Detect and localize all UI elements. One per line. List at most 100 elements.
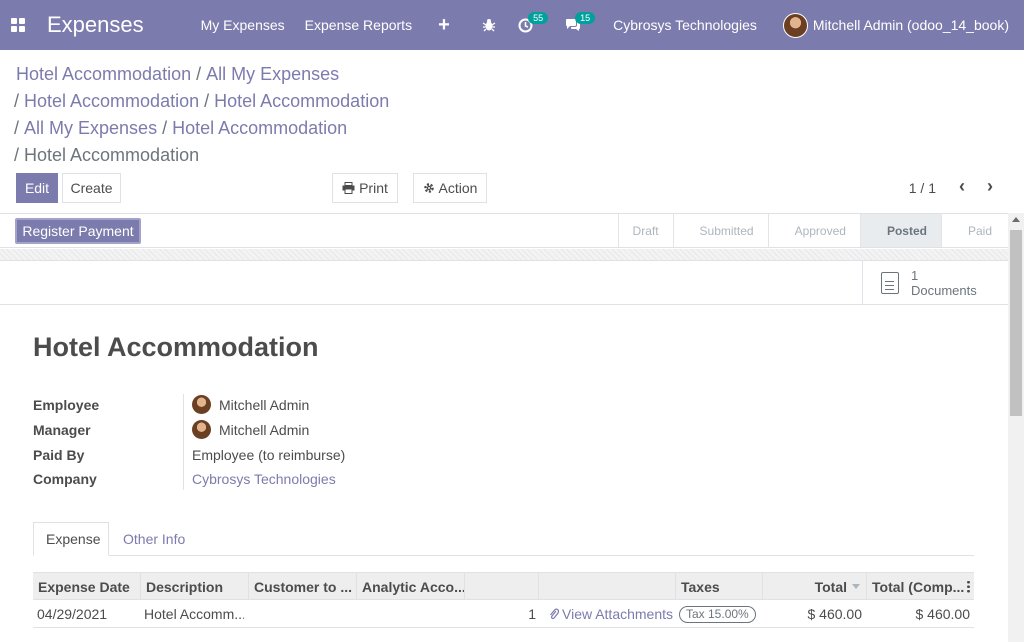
pager-next-icon[interactable]: › — [987, 176, 993, 197]
messages-badge: 15 — [575, 12, 596, 24]
breadcrumb-item[interactable]: All My Expenses — [206, 64, 339, 84]
breadcrumb-item[interactable]: Hotel Accommodation — [24, 91, 199, 111]
view-attachments-link[interactable]: View Attachments — [549, 600, 674, 628]
record-title: Hotel Accommodation — [33, 332, 319, 362]
scroll-up-icon[interactable] — [1012, 217, 1020, 222]
employee-label: Employee — [33, 397, 100, 413]
table-header: Expense Date Description Customer to ...… — [33, 572, 974, 600]
cell-date: 04/29/2021 — [37, 606, 108, 622]
stage-paid: Paid — [940, 214, 1008, 247]
paid-by-label: Paid By — [33, 447, 85, 463]
breadcrumb-current: Hotel Accommodation — [24, 145, 200, 165]
sheet-background — [0, 249, 1008, 261]
activity-icon[interactable]: 55 — [518, 11, 549, 33]
employee-avatar — [192, 395, 211, 414]
apps-menu-icon[interactable] — [11, 18, 25, 32]
activity-badge: 55 — [528, 11, 549, 24]
company-switcher[interactable]: Cybrosys Technologies — [613, 17, 757, 33]
edit-button[interactable]: Edit — [16, 173, 58, 203]
manager-name: Mitchell Admin — [219, 421, 310, 438]
cell-analytic — [360, 600, 460, 628]
company-label: Company — [33, 471, 97, 487]
breadcrumb-separator: / — [204, 91, 210, 111]
notebook-tabs: Expense Other Info — [33, 522, 974, 556]
breadcrumb-separator: / — [196, 64, 202, 84]
expense-lines-table: Expense Date Description Customer to ...… — [33, 572, 974, 628]
cell-total: $ 460.00 — [807, 606, 863, 622]
breadcrumb-separator: / — [14, 91, 20, 111]
column-analytic-account[interactable]: Analytic Acco... — [356, 573, 464, 600]
statusbar: Register Payment Draft Submitted Approve… — [0, 213, 1008, 248]
print-icon — [342, 182, 355, 194]
register-payment-button[interactable]: Register Payment — [15, 218, 141, 244]
column-options-icon[interactable] — [967, 580, 970, 593]
print-button[interactable]: Print — [332, 173, 398, 203]
document-icon — [881, 271, 899, 294]
column-expense-date[interactable]: Expense Date — [33, 573, 140, 600]
documents-label: Documents — [911, 282, 977, 298]
documents-count: 1 — [911, 267, 919, 283]
user-avatar[interactable] — [782, 12, 808, 38]
divider — [0, 304, 1008, 305]
cell-customer — [252, 600, 352, 628]
breadcrumb-separator: / — [14, 118, 20, 138]
employee-name: Mitchell Admin — [219, 396, 310, 413]
scroll-thumb[interactable] — [1010, 230, 1022, 416]
breadcrumb-item[interactable]: All My Expenses — [24, 118, 157, 138]
column-description[interactable]: Description — [140, 573, 248, 600]
column-total[interactable]: Total — [762, 573, 866, 600]
paperclip-icon — [550, 608, 559, 620]
bug-icon[interactable] — [482, 18, 496, 32]
pager-value[interactable]: 1 / 1 — [909, 180, 936, 196]
cell-taxes: Tax 15.00% — [679, 600, 762, 628]
cell-total-company: $ 460.00 — [915, 606, 971, 622]
sort-caret-icon — [852, 584, 860, 589]
paid-by-value: Employee (to reimburse) — [192, 447, 346, 463]
stage-list: Draft Submitted Approved Posted Paid — [617, 214, 1008, 247]
tax-tag: Tax 15.00% — [679, 605, 756, 623]
field-separator — [183, 394, 184, 490]
cell-description: Hotel Accomm... — [144, 606, 244, 622]
breadcrumb-item[interactable]: Hotel Accommodation — [16, 64, 191, 84]
tab-expense[interactable]: Expense — [33, 522, 109, 556]
stage-draft: Draft — [617, 214, 673, 247]
cell-quantity: 1 — [528, 606, 536, 622]
column-quantity[interactable] — [464, 573, 538, 600]
company-value[interactable]: Cybrosys Technologies — [192, 471, 336, 487]
top-navbar: Expenses My Expenses Expense Reports + 5… — [0, 0, 1024, 50]
manager-label: Manager — [33, 422, 91, 438]
breadcrumb-item[interactable]: Hotel Accommodation — [214, 91, 389, 111]
stage-approved: Approved — [767, 214, 860, 247]
systray: 55 15 Cybrosys Technologies Mitchell Adm… — [482, 0, 1024, 50]
menu-expense-reports[interactable]: Expense Reports — [305, 17, 412, 33]
breadcrumb: Hotel Accommodation / All My Expenses / Hot… — [14, 61, 389, 169]
table-row[interactable]: 04/29/2021 Hotel Accomm... 1 View Attach… — [33, 600, 974, 628]
gear-icon — [423, 183, 434, 193]
view-attachments-label: View Attachments — [562, 606, 674, 622]
action-button[interactable]: Action — [413, 173, 487, 203]
breadcrumb-item[interactable]: Hotel Accommodation — [172, 118, 347, 138]
vertical-scrollbar[interactable] — [1008, 213, 1024, 642]
breadcrumb-separator: / — [162, 118, 168, 138]
column-total-company[interactable]: Total (Comp... — [866, 573, 974, 600]
column-attachments[interactable] — [538, 573, 675, 600]
tab-other-info[interactable]: Other Info — [111, 522, 197, 556]
create-button[interactable]: Create — [62, 173, 121, 203]
stage-posted: Posted — [859, 214, 941, 247]
column-customer[interactable]: Customer to ... — [248, 573, 356, 600]
action-label: Action — [438, 180, 478, 196]
print-label: Print — [359, 180, 388, 196]
plus-icon[interactable]: + — [438, 14, 450, 37]
documents-smart-button[interactable]: 1 Documents — [862, 261, 1008, 304]
manager-avatar — [192, 420, 211, 439]
manager-value[interactable]: Mitchell Admin — [192, 420, 309, 439]
stage-submitted: Submitted — [672, 214, 768, 247]
user-menu[interactable]: Mitchell Admin (odoo_14_book) — [813, 17, 1009, 33]
app-name[interactable]: Expenses — [47, 12, 144, 38]
employee-value[interactable]: Mitchell Admin — [192, 395, 309, 414]
column-taxes[interactable]: Taxes — [675, 573, 762, 600]
pager-previous-icon[interactable]: ‹ — [959, 176, 965, 197]
menu-my-expenses[interactable]: My Expenses — [201, 17, 285, 33]
messages-icon[interactable]: 15 — [565, 12, 596, 32]
column-total-label: Total — [814, 578, 847, 595]
